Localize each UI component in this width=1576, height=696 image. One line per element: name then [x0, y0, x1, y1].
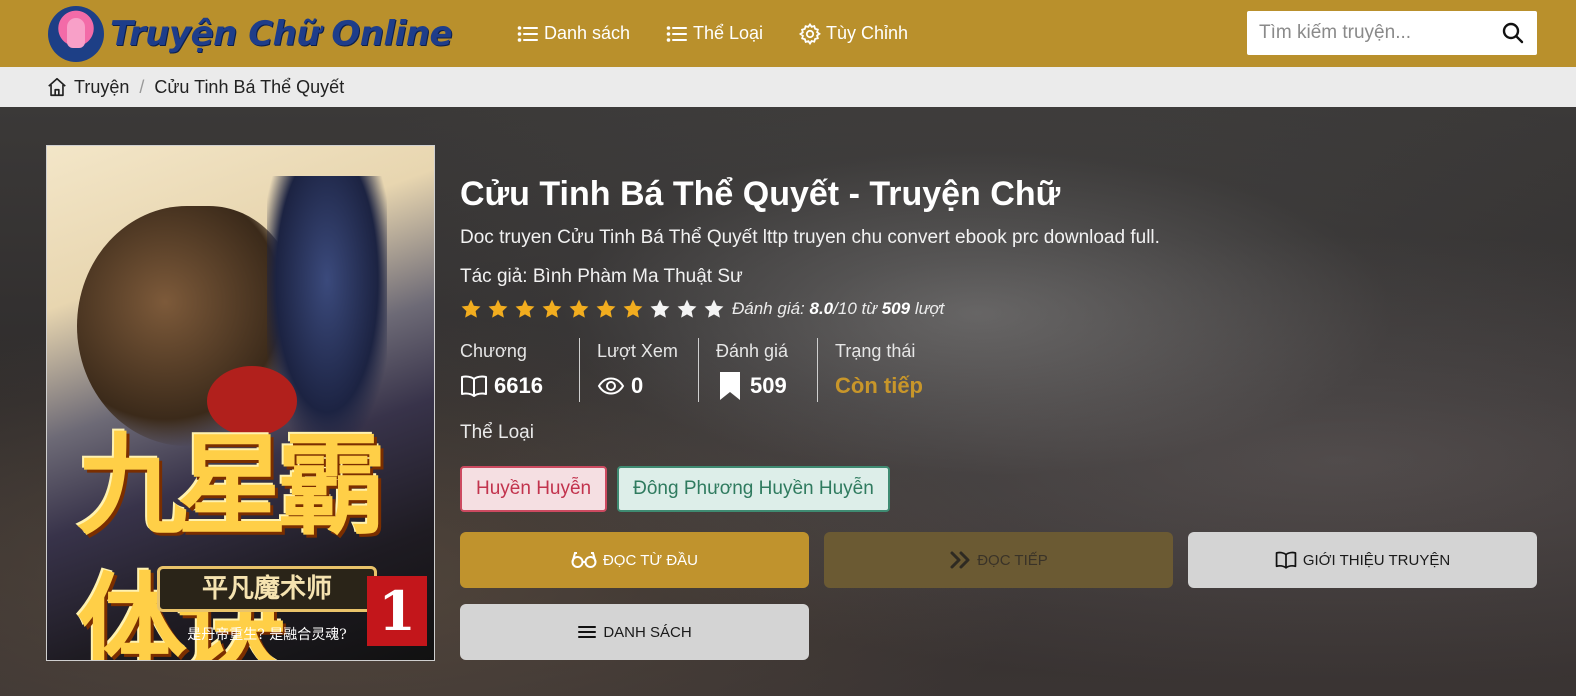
eye-icon	[597, 377, 625, 395]
rating-text: Đánh giá: 8.0/10 từ 509 lượt	[732, 299, 944, 319]
genre-label: Thể Loại	[460, 422, 534, 443]
nav-label: Tùy Chỉnh	[826, 23, 909, 43]
stat-views: Lượt Xem 0	[579, 338, 698, 402]
book-title: Cửu Tinh Bá Thể Quyết - Truyện Chữ	[460, 175, 1061, 213]
breadcrumb-home[interactable]: Truyện	[74, 77, 129, 98]
stat-label: Chương	[460, 341, 527, 361]
list-icon	[666, 25, 687, 42]
stat-status: Trạng thái Còn tiếp	[817, 338, 936, 402]
star-filled-icon[interactable]	[595, 298, 617, 320]
cover-title-art: 九星霸体诀	[77, 421, 387, 661]
button-label: GIỚI THIỆU TRUYỆN	[1302, 551, 1451, 569]
logo-text: Truyện Chữ Online	[110, 14, 453, 54]
star-empty-icon[interactable]	[649, 298, 671, 320]
breadcrumb-current[interactable]: Cửu Tinh Bá Thể Quyết	[154, 77, 344, 98]
book-cover: 九星霸体诀 平凡魔术师 1 是丹帝重生? 是融合灵魂?	[46, 145, 435, 661]
read-next-button[interactable]: ĐỌC TIẾP	[824, 532, 1173, 588]
button-label: ĐỌC TIẾP	[977, 551, 1048, 569]
star-empty-icon[interactable]	[676, 298, 698, 320]
breadcrumb-separator: /	[139, 76, 145, 97]
search-input[interactable]	[1247, 11, 1487, 55]
status-value: Còn tiếp	[835, 373, 923, 398]
star-filled-icon[interactable]	[487, 298, 509, 320]
gear-icon	[798, 22, 821, 45]
rating-suffix: lượt	[910, 299, 945, 318]
stat-number: 509	[750, 373, 787, 398]
stat-number: 6616	[494, 373, 543, 398]
cover-slogan: 是丹帝重生? 是融合灵魂?	[187, 627, 347, 643]
site-logo[interactable]: Truyện Chữ Online	[48, 5, 453, 63]
glasses-icon	[571, 552, 597, 568]
genre-tag[interactable]: Huyền Huyễn	[460, 466, 608, 512]
cover-author-band: 平凡魔术师	[157, 566, 377, 612]
rating-count: 509	[881, 299, 911, 318]
stat-number: 0	[631, 373, 644, 398]
rating-prefix: Đánh giá:	[732, 299, 810, 318]
list-icon	[517, 25, 538, 42]
nav-tuy-chinh[interactable]: Tùy Chỉnh	[798, 0, 908, 67]
stat-value: 509	[716, 370, 817, 402]
stat-chapters: Chương 6616	[460, 338, 579, 402]
mascot-icon	[48, 6, 104, 62]
button-label: ĐỌC TỪ ĐẦU	[602, 551, 699, 569]
stat-label: Đánh giá	[716, 341, 789, 361]
nav-label: Danh sách	[544, 23, 631, 43]
star-filled-icon[interactable]	[460, 298, 482, 320]
genre-tags: Huyền Huyễn Đông Phương Huyền Huyễn	[460, 466, 900, 512]
search-icon[interactable]	[1501, 21, 1525, 45]
star-filled-icon[interactable]	[541, 298, 563, 320]
genre-tag[interactable]: Đông Phương Huyền Huyễn	[617, 466, 890, 512]
nav-the-loai[interactable]: Thể Loại	[665, 0, 763, 67]
stat-label: Lượt Xem	[597, 341, 678, 361]
star-filled-icon[interactable]	[622, 298, 644, 320]
stat-value: 6616	[460, 370, 579, 402]
rating: Đánh giá: 8.0/10 từ 509 lượt	[460, 296, 944, 322]
book-author: Tác giả: Bình Phàm Ma Thuật Sư	[460, 266, 743, 287]
star-filled-icon[interactable]	[514, 298, 536, 320]
stat-label: Trạng thái	[835, 341, 916, 361]
book-stats: Chương 6616 Lượt Xem 0 Đánh giá 509 Trạn…	[460, 338, 936, 402]
nav-danh-sach[interactable]: Danh sách	[516, 0, 630, 67]
rating-stars[interactable]	[460, 298, 730, 320]
stat-ratings: Đánh giá 509	[698, 338, 817, 402]
read-first-button[interactable]: ĐỌC TỪ ĐẦU	[460, 532, 809, 588]
bookmark-icon	[720, 372, 740, 400]
star-empty-icon[interactable]	[703, 298, 725, 320]
rating-score: 8.0	[809, 299, 834, 318]
stat-value: 0	[597, 370, 698, 402]
site-header: Truyện Chữ Online Danh sách Thể Loại Tùy…	[0, 0, 1576, 67]
breadcrumb: Truyện / Cửu Tinh Bá Thể Quyết	[0, 67, 1576, 107]
rating-mid: /10 từ	[833, 299, 882, 318]
search-box	[1247, 11, 1537, 55]
intro-button[interactable]: GIỚI THIỆU TRUYỆN	[1188, 532, 1537, 588]
menu-icon	[578, 626, 597, 638]
star-filled-icon[interactable]	[568, 298, 590, 320]
chapter-list-button[interactable]: DANH SÁCH	[460, 604, 809, 660]
home-icon[interactable]	[46, 76, 68, 98]
double-chevron-right-icon	[950, 551, 970, 569]
book-open-icon	[1275, 551, 1297, 569]
button-label: DANH SÁCH	[603, 623, 692, 641]
book-open-icon	[461, 375, 487, 397]
book-description: Doc truyen Cửu Tinh Bá Thể Quyết lttp tr…	[460, 227, 1160, 248]
nav-label: Thể Loại	[693, 23, 764, 43]
